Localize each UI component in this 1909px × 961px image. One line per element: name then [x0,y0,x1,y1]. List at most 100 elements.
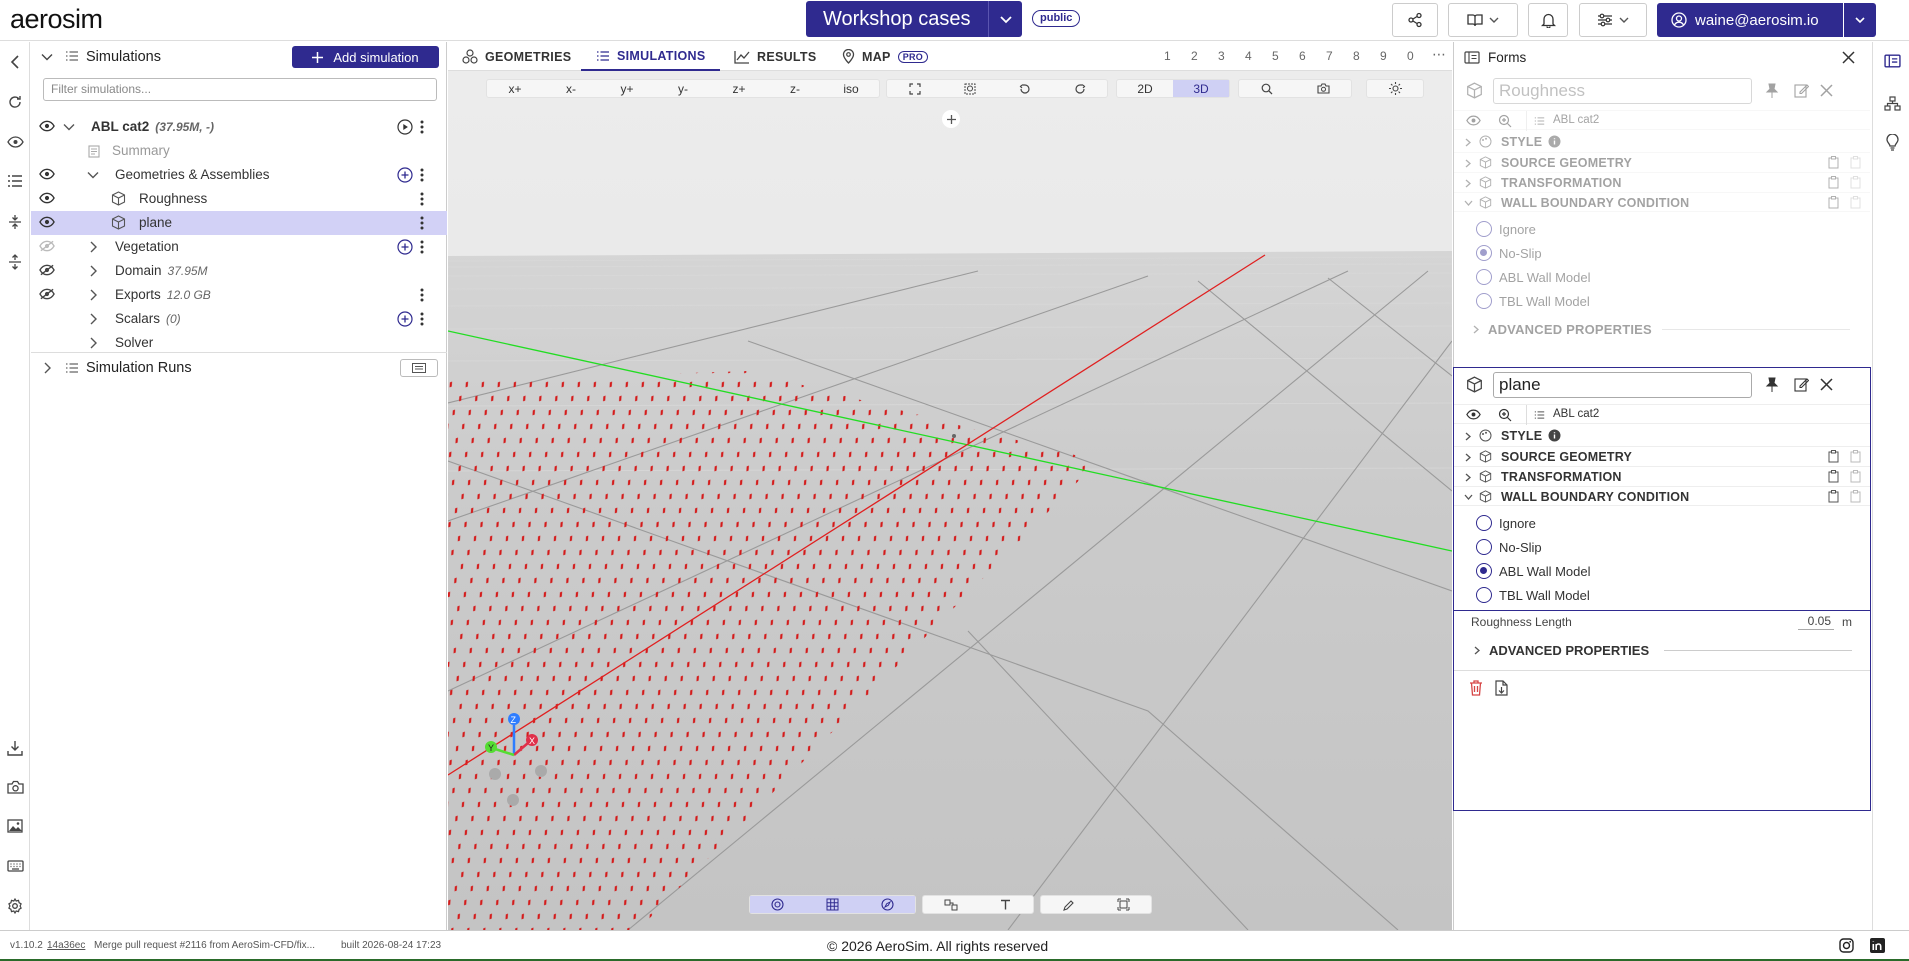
more-options-icon[interactable] [420,312,424,326]
section-style[interactable]: STYLE [1454,132,1870,152]
camera-slot-9[interactable]: 9 [1380,49,1387,63]
camera-slot-2[interactable]: 2 [1191,49,1198,63]
camera-slot-0[interactable]: 0 [1407,49,1414,63]
probe-button[interactable] [923,896,978,913]
trash-icon[interactable] [1469,680,1483,696]
tree-item-roughness[interactable]: Roughness [31,187,447,211]
section-source-geometry[interactable]: SOURCE GEOMETRY [1454,446,1870,466]
keyboard-shortcuts-button[interactable] [5,856,25,876]
3d-viewport[interactable]: Z X Y GEOMETRIES SIMULATIONS RESULTS MAP… [448,42,1452,930]
add-view-button[interactable] [942,110,960,128]
view-y-minus-button[interactable]: y- [655,80,711,97]
tips-button[interactable] [1882,132,1902,152]
radio-ignore[interactable] [1476,515,1492,531]
more-options-icon[interactable] [420,240,424,254]
user-menu-dropdown[interactable] [1844,3,1876,37]
section-source-geometry[interactable]: SOURCE GEOMETRY [1454,152,1870,172]
tree-item-exports[interactable]: Exports 12.0 GB [31,283,447,307]
chevron-right-icon[interactable] [87,313,99,325]
view-z-minus-button[interactable]: z- [767,80,823,97]
tab-simulations[interactable]: SIMULATIONS [581,42,721,71]
more-options-icon[interactable] [420,192,424,206]
view-x-minus-button[interactable]: x- [543,80,599,97]
eye-icon[interactable] [1466,115,1481,126]
eye-icon[interactable] [39,216,55,228]
view-z-plus-button[interactable]: z+ [711,80,767,97]
eye-icon[interactable] [39,168,55,180]
chevron-right-icon[interactable] [87,241,99,253]
section-transformation[interactable]: TRANSFORMATION [1454,466,1870,486]
zoom-icon[interactable] [1498,114,1512,128]
add-circle-icon[interactable] [397,167,413,183]
tab-map[interactable]: MAP PRO [842,42,929,71]
mode-3d-button[interactable]: 3D [1173,80,1229,97]
chevron-right-icon[interactable] [41,362,53,374]
zoom-box-button[interactable] [942,80,997,97]
collapse-panel-button[interactable] [5,52,25,72]
draw-button[interactable] [1041,896,1096,913]
simulation-runs-header[interactable]: Simulation Runs [31,354,447,382]
screenshot-button[interactable] [5,777,25,797]
close-icon[interactable] [1842,51,1855,64]
chevron-down-icon[interactable] [63,121,75,133]
add-circle-icon[interactable] [397,311,413,327]
chevron-down-icon[interactable] [41,51,53,63]
radio-abl-wall-model[interactable] [1476,269,1492,285]
camera-slot-5[interactable]: 5 [1272,49,1279,63]
section-advanced-properties[interactable]: ADVANCED PROPERTIES [1454,640,1870,660]
eye-icon[interactable] [39,120,55,132]
play-icon[interactable] [397,119,413,135]
more-options-icon[interactable] [420,168,424,182]
project-name[interactable]: Workshop cases [823,8,970,31]
view-y-plus-button[interactable]: y+ [599,80,655,97]
text-button[interactable] [978,896,1033,913]
rotate-right-button[interactable] [1052,80,1107,97]
radio-abl-wall-model[interactable] [1476,563,1492,579]
more-options-icon[interactable] [420,288,424,302]
visibility-toggle-button[interactable] [5,132,25,152]
view-iso-button[interactable]: iso [823,80,879,97]
radio-ignore[interactable] [1476,221,1492,237]
search-button[interactable] [1239,80,1295,97]
rotate-left-button[interactable] [997,80,1052,97]
camera-slot-6[interactable]: 6 [1299,49,1306,63]
pin-icon[interactable] [1765,83,1779,99]
add-simulation-button[interactable]: Add simulation [292,46,439,68]
chevron-down-icon[interactable] [87,169,99,181]
zoom-icon[interactable] [1498,408,1512,422]
scene-canvas[interactable]: Z X Y [448,71,1452,930]
camera-slot-8[interactable]: 8 [1353,49,1360,63]
view-x-plus-button[interactable]: x+ [487,80,543,97]
expand-vertical-button[interactable] [5,212,25,232]
camera-slot-7[interactable]: 7 [1326,49,1333,63]
eye-off-icon[interactable] [39,288,55,300]
form-name-input[interactable]: Roughness [1493,78,1752,104]
commit-hash[interactable]: 14a36ec [47,940,85,951]
edit-icon[interactable] [1794,83,1809,98]
lighting-button[interactable] [1367,80,1423,97]
camera-slot-4[interactable]: 4 [1245,49,1252,63]
camera-slot-1[interactable]: 1 [1164,49,1171,63]
notifications-button[interactable] [1528,3,1568,37]
more-slots-icon[interactable]: ⋯ [1432,46,1446,63]
target-button[interactable] [750,896,805,913]
user-menu-button[interactable]: waine@aerosim.io [1657,3,1843,37]
edit-icon[interactable] [1794,377,1809,392]
chevron-right-icon[interactable] [87,337,99,349]
simulation-row-abl-cat2[interactable]: ABL cat2 (37.95M, -) [31,115,447,139]
tree-item-scalars[interactable]: Scalars (0) [31,307,447,331]
section-wall-boundary-condition[interactable]: WALL BOUNDARY CONDITION [1454,486,1870,506]
roughness-length-input[interactable]: 0.05 [1798,613,1834,630]
more-options-icon[interactable] [420,120,424,134]
collapse-vertical-button[interactable] [5,252,25,272]
tree-item-plane[interactable]: plane [31,211,447,235]
share-button[interactable] [1392,3,1438,37]
close-icon[interactable] [1820,378,1833,391]
chevron-right-icon[interactable] [87,265,99,277]
section-style[interactable]: STYLE [1454,426,1870,446]
project-selector[interactable]: Workshop cases [806,1,1022,37]
hierarchy-button[interactable] [1882,93,1902,113]
close-icon[interactable] [1820,84,1833,97]
list-view-button[interactable] [5,171,25,191]
capture-button[interactable] [1295,80,1351,97]
